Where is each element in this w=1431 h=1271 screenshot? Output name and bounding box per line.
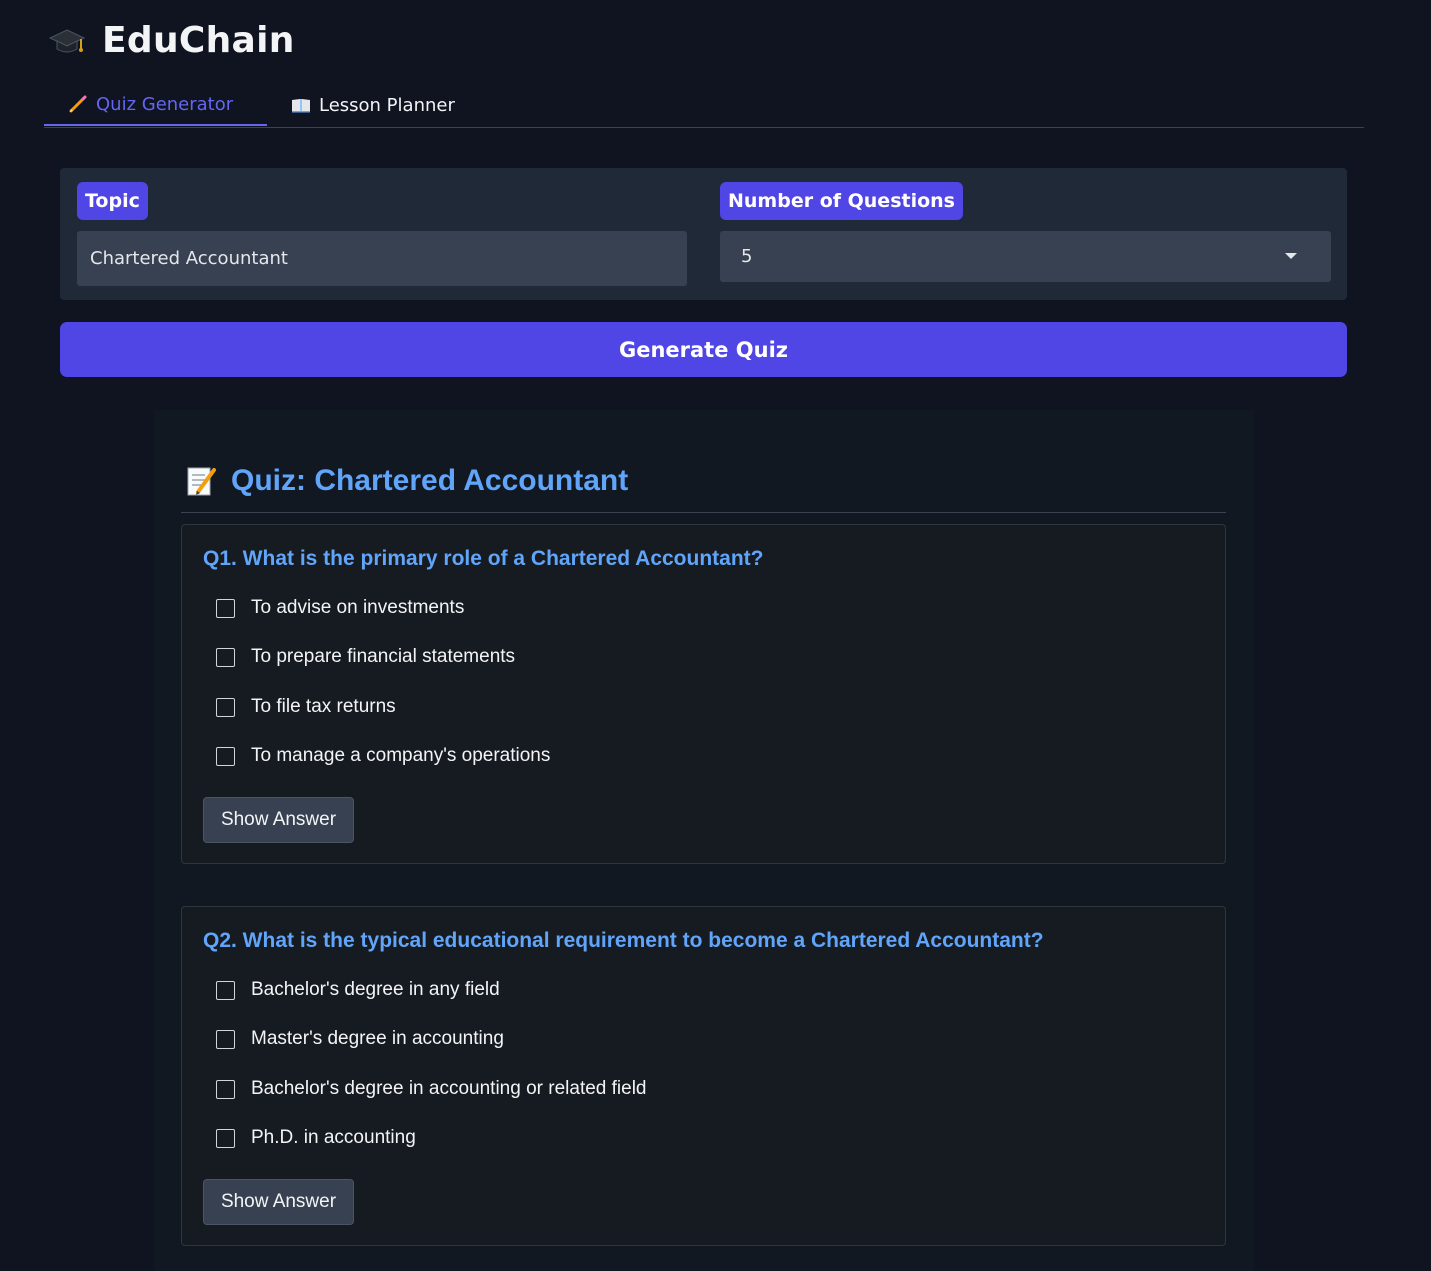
answer-option[interactable]: To advise on investments <box>216 596 464 620</box>
checkbox[interactable] <box>216 697 235 717</box>
tab-label: Lesson Planner <box>319 94 455 116</box>
quiz-output: Quiz: Chartered Accountant Q1. What is t… <box>154 410 1254 1271</box>
graduation-cap-icon <box>48 22 86 60</box>
option-label: Master's degree in accounting <box>251 1028 504 1049</box>
topic-label: Topic <box>77 182 148 220</box>
answer-option[interactable]: Bachelor's degree in accounting or relat… <box>216 1077 646 1101</box>
checkbox[interactable] <box>216 647 235 667</box>
quiz-title: Quiz: Chartered Accountant <box>231 464 629 497</box>
num-questions-select[interactable]: 5 <box>720 231 1331 282</box>
question-text: Q1. What is the primary role of a Charte… <box>203 547 764 570</box>
question-card: Q2. What is the typical educational requ… <box>181 906 1226 1246</box>
num-questions-value: 5 <box>741 246 753 267</box>
option-label: Bachelor's degree in accounting or relat… <box>251 1078 647 1099</box>
option-label: To prepare financial statements <box>251 646 516 667</box>
app-title: EduChain <box>102 20 295 61</box>
answer-option[interactable]: Master's degree in accounting <box>216 1027 504 1051</box>
pencil-icon <box>68 94 88 114</box>
question-text: Q2. What is the typical educational requ… <box>203 929 1044 952</box>
topic-input[interactable] <box>77 231 687 286</box>
checkbox[interactable] <box>216 746 235 766</box>
answer-option[interactable]: Ph.D. in accounting <box>216 1126 416 1150</box>
tab-quiz-generator[interactable]: Quiz Generator <box>44 84 267 126</box>
checkbox[interactable] <box>216 1128 235 1148</box>
generate-quiz-button[interactable]: Generate Quiz <box>60 322 1347 377</box>
quiz-settings-panel: Topic Number of Questions 5 <box>60 168 1347 300</box>
memo-icon <box>185 465 217 497</box>
checkbox[interactable] <box>216 980 235 1000</box>
question-card: Q1. What is the primary role of a Charte… <box>181 524 1226 864</box>
checkbox[interactable] <box>216 1029 235 1049</box>
answer-option[interactable]: To prepare financial statements <box>216 645 515 669</box>
tab-bar: Quiz Generator Lesson Planner <box>44 84 1364 128</box>
tab-lesson-planner[interactable]: Lesson Planner <box>291 84 455 126</box>
option-label: To advise on investments <box>251 597 465 618</box>
option-label: Ph.D. in accounting <box>251 1127 416 1148</box>
caret-down-icon <box>1285 253 1297 259</box>
checkbox[interactable] <box>216 1079 235 1099</box>
option-label: To manage a company's operations <box>251 745 551 766</box>
quiz-header: Quiz: Chartered Accountant <box>181 460 1226 513</box>
app-header: EduChain <box>48 20 295 61</box>
option-label: Bachelor's degree in any field <box>251 979 500 1000</box>
tab-label: Quiz Generator <box>96 93 234 115</box>
show-answer-button[interactable]: Show Answer <box>203 1179 354 1225</box>
open-book-icon <box>291 95 311 115</box>
checkbox[interactable] <box>216 598 235 618</box>
answer-option[interactable]: Bachelor's degree in any field <box>216 978 500 1002</box>
answer-option[interactable]: To file tax returns <box>216 695 396 719</box>
option-label: To file tax returns <box>251 696 396 717</box>
num-questions-label: Number of Questions <box>720 182 963 220</box>
show-answer-button[interactable]: Show Answer <box>203 797 354 843</box>
answer-option[interactable]: To manage a company's operations <box>216 744 550 768</box>
app-root: EduChain Quiz Generator Lesson Planner T… <box>0 0 1431 1271</box>
